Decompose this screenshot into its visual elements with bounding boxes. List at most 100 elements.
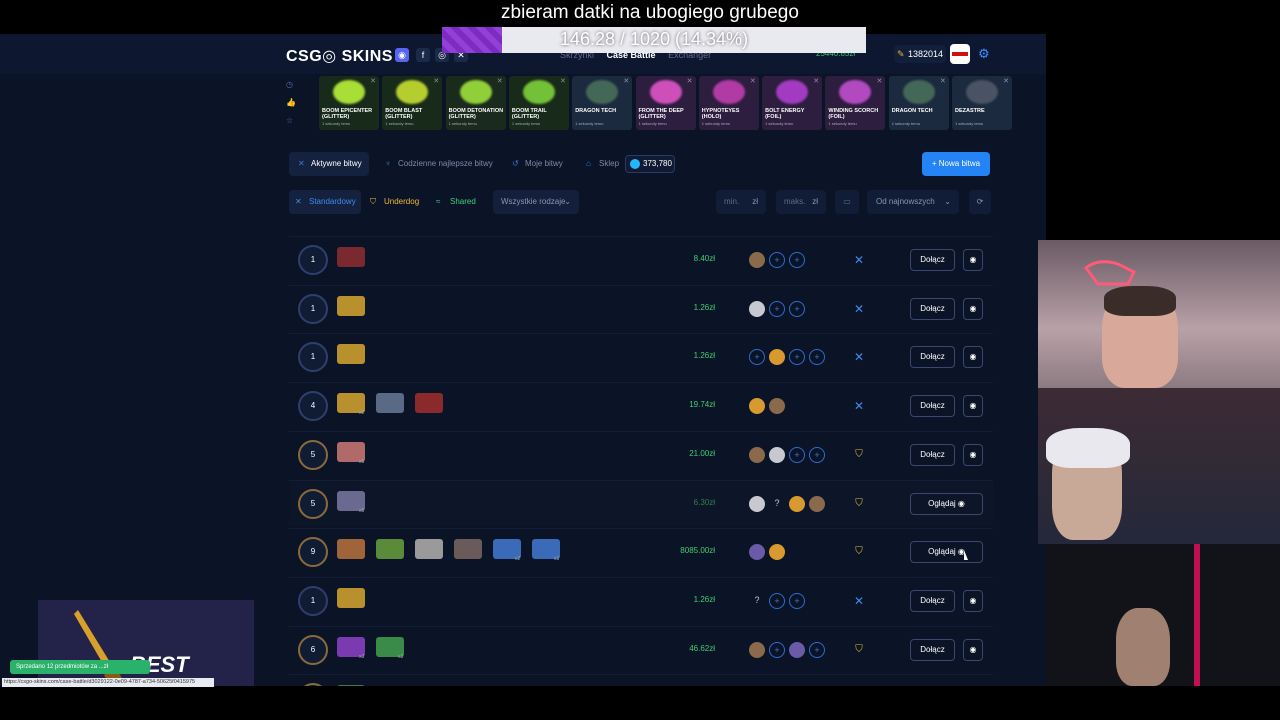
join-slot-plus-icon[interactable]: + xyxy=(789,446,805,463)
live-drop-item[interactable]: ✕ BOLT ENERGY (FOIL) 1 sekundy temu xyxy=(762,76,823,130)
join-slot-plus-icon[interactable]: + xyxy=(769,252,785,268)
live-drop-item[interactable]: ✕ FROM THE DEEP (GLITTER) 1 sekundy temu xyxy=(635,76,696,130)
chevron-down-icon: ⌄ xyxy=(564,197,571,206)
battle-row[interactable]: 5 x5 21.00zł + + ⛉ Dołącz ◉ xyxy=(289,430,993,477)
watch-button[interactable]: Oglądaj ◉ xyxy=(910,492,983,515)
sold-items-toast[interactable]: Sprzedano 12 przedmiotów za ...zł xyxy=(10,660,150,674)
eye-icon[interactable]: ◉ xyxy=(963,395,983,418)
streamer-3 xyxy=(1116,608,1170,686)
filter-standard[interactable]: ✕ Standardowy xyxy=(289,190,361,214)
calendar-icon[interactable]: ▭ xyxy=(835,190,859,214)
close-icon[interactable]: ✕ xyxy=(623,77,629,85)
battle-row[interactable]: 1 1.26zł? + + ✕ Dołącz ◉ xyxy=(289,576,993,623)
shield-icon: ⛉ xyxy=(855,448,863,460)
tab-label: Moje bitwy xyxy=(525,159,563,168)
tab-moje-bitwy[interactable]: ↺ Moje bitwy xyxy=(503,152,563,176)
join-button[interactable]: Dołącz xyxy=(910,249,955,271)
join-button[interactable]: Dołącz xyxy=(910,589,955,612)
eye-icon[interactable]: ◉ xyxy=(963,589,983,612)
eye-icon[interactable]: ◉ xyxy=(963,249,983,271)
webcam-3 xyxy=(1046,544,1280,686)
max-price-input[interactable]: maks. zł xyxy=(776,190,826,214)
webcam-2 xyxy=(1038,388,1280,544)
user-avatar[interactable] xyxy=(950,44,970,64)
player-avatar xyxy=(809,495,825,512)
join-slot-plus-icon[interactable]: + xyxy=(789,349,805,366)
live-drop-item[interactable]: ✕ BOOM TRAIL (GLITTER) 1 sekundy temu xyxy=(508,76,569,130)
join-slot-plus-icon[interactable]: + xyxy=(789,592,805,609)
live-drop-item[interactable]: ✕ BOOM DETONATION (GLITTER) 1 sekundy temu xyxy=(445,76,506,130)
battle-row[interactable]: 1 1.26zł + + + ✕ Dołącz ◉ xyxy=(289,333,993,379)
chevron-down-icon: ⌄ xyxy=(944,197,951,206)
eye-icon[interactable]: ◉ xyxy=(963,443,983,466)
join-button[interactable]: Dołącz xyxy=(910,443,955,466)
eye-icon[interactable]: ◉ xyxy=(963,297,983,320)
tab-aktywne-bitwy[interactable]: ✕ Aktywne bitwy xyxy=(289,152,369,176)
battle-row[interactable]: 12.73zł+++⛉Dołącz◉ xyxy=(289,674,993,686)
live-drop-item[interactable]: ✕ BOOM BLAST (GLITTER) 1 sekundy temu xyxy=(382,76,443,130)
star-icon[interactable]: ☆ xyxy=(286,116,298,125)
close-icon[interactable]: ✕ xyxy=(560,77,566,85)
close-icon[interactable]: ✕ xyxy=(813,77,819,85)
thumbs-up-icon[interactable]: 👍 xyxy=(286,98,298,107)
close-icon[interactable]: ✕ xyxy=(370,77,376,85)
join-slot-plus-icon[interactable]: + xyxy=(749,349,765,366)
battle-row[interactable]: 1 1.26zł + + ✕ Dołącz ◉ xyxy=(289,284,993,331)
close-icon[interactable]: ✕ xyxy=(497,77,503,85)
discord-icon[interactable]: ◉ xyxy=(395,48,409,62)
join-slot-plus-icon[interactable]: + xyxy=(769,300,785,317)
close-icon[interactable]: ✕ xyxy=(687,77,693,85)
join-slot-plus-icon[interactable]: + xyxy=(789,300,805,317)
join-button[interactable]: Dołącz xyxy=(910,297,955,320)
sort-dropdown[interactable]: Od najnowszych ⌄ xyxy=(867,190,959,214)
close-icon[interactable]: ✕ xyxy=(433,77,439,85)
gear-icon[interactable]: ⚙ xyxy=(978,46,990,62)
case-multiplier: x5 xyxy=(359,458,365,465)
live-drop-item[interactable]: ✕ HYPNOTEYES (HOLO) 1 sekundy temu xyxy=(698,76,759,130)
battle-price: 46.62zł xyxy=(689,643,715,653)
join-slot-plus-icon[interactable]: + xyxy=(769,592,785,609)
close-icon[interactable]: ✕ xyxy=(1003,77,1009,85)
live-drop-item[interactable]: ✕ BOOM EPICENTER (GLITTER) 1 sekundy temu xyxy=(319,76,379,130)
join-button[interactable]: Dołącz xyxy=(910,395,955,418)
join-slot-plus-icon[interactable]: + xyxy=(809,446,825,463)
eye-icon[interactable]: ◉ xyxy=(963,638,983,661)
refresh-icon[interactable]: ⟳ xyxy=(969,190,991,214)
live-drop-item[interactable]: ✕ DRAGON TECH 1 sekundy temu xyxy=(572,76,633,130)
new-battle-button[interactable]: + Nowa bitwa xyxy=(922,152,990,176)
battle-row[interactable]: 5 x5 6.30zł? ⛉ Oglądaj ◉ xyxy=(289,479,993,526)
battle-price: 8.40zł xyxy=(693,254,715,263)
all-types-dropdown[interactable]: Wszystkie rodzaje ⌄ xyxy=(493,190,579,214)
facebook-icon[interactable]: f xyxy=(416,48,430,62)
live-drop-item[interactable]: ✕ DRAGON TECH 1 sekundy temu xyxy=(888,76,949,130)
join-slot-plus-icon[interactable]: + xyxy=(809,641,825,658)
eye-icon[interactable]: ◉ xyxy=(963,346,983,369)
filter-shared[interactable]: ≈ Shared xyxy=(435,190,476,214)
rounds-badge: 1 xyxy=(298,585,328,616)
site-logo[interactable]: CSG◎ SKINS xyxy=(286,46,393,66)
tab-label: Codzienne najlepsze bitwy xyxy=(398,159,493,168)
tab-sklep[interactable]: ⌂ Sklep xyxy=(577,152,619,176)
player-avatar xyxy=(769,446,785,463)
live-drop-item[interactable]: ✕ DEZASTRE 1 sekundy temu xyxy=(952,76,1012,130)
join-slot-plus-icon[interactable]: + xyxy=(769,641,785,658)
coins-balance[interactable]: 373,780 xyxy=(625,155,675,173)
join-button[interactable]: Dołącz xyxy=(910,346,955,369)
watch-button[interactable]: Oglądaj ◉ xyxy=(910,541,983,564)
battle-row[interactable]: 4 x2 19.74zł ✕ Dołącz ◉ xyxy=(289,382,993,428)
close-icon[interactable]: ✕ xyxy=(877,77,883,85)
tab-codzienne-najlepsze-bitwy[interactable]: ♆ Codzienne najlepsze bitwy xyxy=(376,152,493,176)
battle-row[interactable]: 9 x2 x3 8085.00zł ⛉ Oglądaj ◉ xyxy=(289,528,993,574)
min-price-input[interactable]: min. zł xyxy=(716,190,766,214)
battle-row[interactable]: 1 8.40zł + + ✕ Dołącz ◉ xyxy=(289,236,993,282)
live-drop-item[interactable]: ✕ WINDING SCORCH (FOIL) 1 sekundy temu xyxy=(825,76,886,130)
join-slot-plus-icon[interactable]: + xyxy=(789,252,805,268)
close-icon[interactable]: ✕ xyxy=(940,77,946,85)
filter-underdog[interactable]: ⛉ Underdog xyxy=(369,190,419,214)
join-button[interactable]: Dołącz xyxy=(910,638,955,661)
close-icon[interactable]: ✕ xyxy=(750,77,756,85)
clock-icon[interactable]: ◷ xyxy=(286,80,298,89)
points[interactable]: 1382014 xyxy=(894,45,946,63)
battle-row[interactable]: 6 x3 x3 46.62zł + + ⛉ Dołącz ◉ xyxy=(289,625,993,672)
join-slot-plus-icon[interactable]: + xyxy=(809,349,825,366)
